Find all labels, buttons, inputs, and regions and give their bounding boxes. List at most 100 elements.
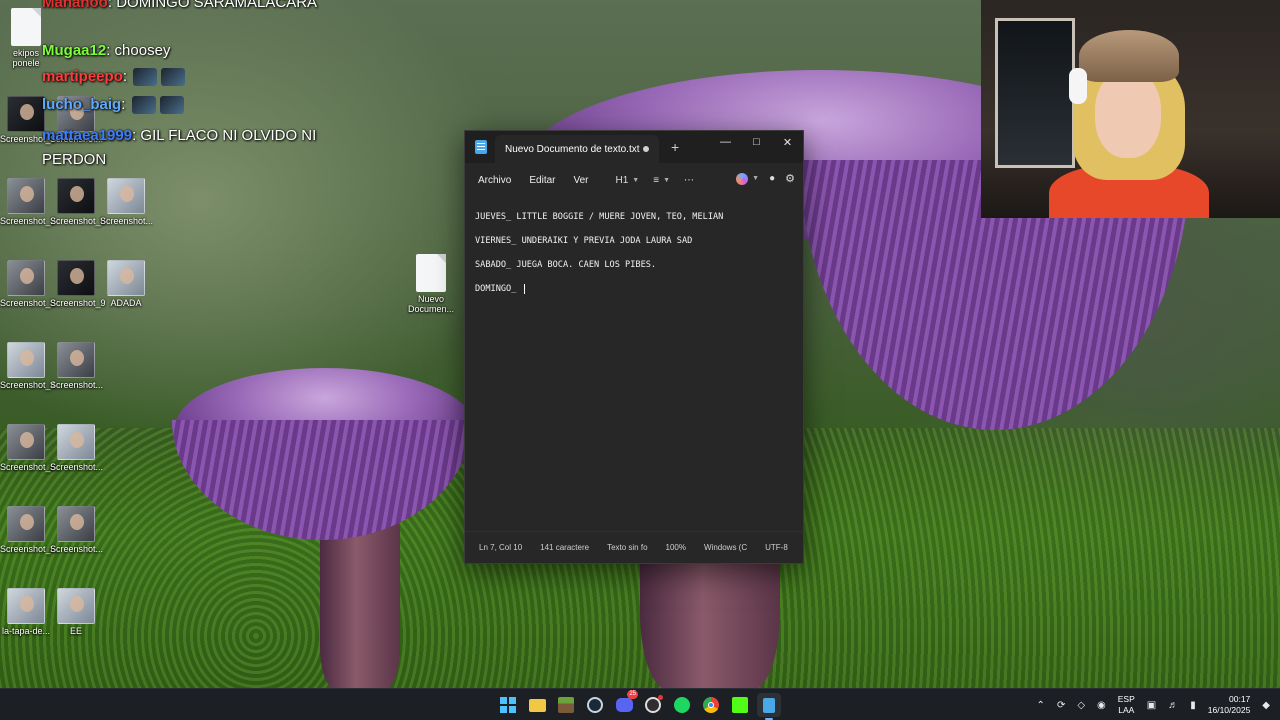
- notepad-editor[interactable]: JUEVES_ LITTLE BOGGIE / MUERE JOVEN, TEO…: [465, 197, 803, 531]
- webcam-overlay: [981, 0, 1280, 218]
- desktop-icon[interactable]: ADADA: [100, 260, 152, 308]
- notepad-taskbar-icon[interactable]: [757, 693, 781, 720]
- unsaved-dot-icon[interactable]: [643, 146, 649, 152]
- minecraft-icon[interactable]: [554, 693, 578, 717]
- desktop-icon[interactable]: la-tapa-de...: [0, 588, 52, 636]
- language-bottom: LAA: [1118, 705, 1135, 715]
- chat-username: mattaea1999: [42, 127, 133, 144]
- editor-line: VIERNES_ UNDERAIKI Y PREVIA JODA LAURA S…: [475, 236, 693, 246]
- copilot-dropdown[interactable]: ▼: [736, 172, 760, 185]
- headset-icon: [1069, 68, 1087, 104]
- desktop-icon[interactable]: Screenshot_3: [0, 260, 56, 308]
- clock[interactable]: 00:17 16/10/2025: [1208, 694, 1251, 716]
- volume-icon[interactable]: ♬: [1168, 700, 1178, 711]
- status-position: Ln 7, Col 10: [479, 543, 523, 552]
- chat-username: lucho_baig: [42, 96, 122, 113]
- status-zoom[interactable]: 100%: [666, 543, 686, 552]
- sync-icon[interactable]: ⟳: [1057, 700, 1065, 711]
- notepad-tab-title: Nuevo Documento de texto.txt: [505, 143, 640, 155]
- system-tray: ⌃ ⟳ ◇ ◉ ESP LAA ▣ ♬ ▮ 00:17 16/10/2025 ◆: [1037, 689, 1270, 720]
- chat-message: Mananoo: DOMINGO SARAMALACARA: [42, 0, 317, 11]
- status-format[interactable]: Texto sin fo: [607, 543, 647, 552]
- notepad-menubar: Archivo Editar Ver H1 ▼ ≡ ▼ ⋯ ▼ ● ⚙: [465, 163, 803, 197]
- list-dropdown[interactable]: ≡ ▼: [653, 175, 670, 186]
- desktop-icon-label: Screenshot_5: [0, 462, 56, 472]
- desktop-icon[interactable]: Screenshot...: [50, 342, 103, 390]
- heading-dropdown[interactable]: H1 ▼: [616, 175, 640, 186]
- chevron-down-icon: ▼: [752, 175, 760, 182]
- taskbar-apps: 25: [496, 690, 781, 720]
- streamer: [1049, 30, 1209, 218]
- obs-icon[interactable]: [641, 693, 665, 717]
- menu-file[interactable]: Archivo: [469, 171, 520, 190]
- image-thumbnail-icon: [107, 260, 145, 296]
- file-explorer-icon[interactable]: [525, 693, 549, 717]
- steam-icon[interactable]: [583, 693, 607, 717]
- desktop-icon[interactable]: Screenshot_8: [50, 178, 106, 226]
- chat-username: Mugaa12: [42, 42, 107, 59]
- desktop-icon[interactable]: EE: [50, 588, 102, 636]
- image-thumbnail-icon: [7, 506, 45, 542]
- notepad-window: Nuevo Documento de texto.txt + — □ ✕ Arc…: [464, 130, 804, 564]
- notepad-statusbar: Ln 7, Col 10 141 caractere Texto sin fo …: [465, 531, 803, 563]
- file-icon: [11, 8, 41, 46]
- new-tab-icon[interactable]: +: [671, 139, 679, 155]
- menu-view[interactable]: Ver: [564, 171, 597, 190]
- kick-icon[interactable]: [728, 693, 752, 717]
- desktop-icon[interactable]: Screenshot_6: [0, 506, 56, 554]
- list-icon: ≡: [653, 174, 660, 186]
- chat-separator: :: [107, 0, 117, 11]
- close-button[interactable]: ✕: [772, 131, 803, 153]
- chevron-up-icon[interactable]: ⌃: [1037, 700, 1045, 711]
- chat-separator: :: [121, 96, 130, 113]
- chat-emote-icon: [131, 96, 156, 115]
- settings-gear-icon[interactable]: ⚙: [785, 172, 795, 185]
- desktop-icon[interactable]: ekipos ponele: [0, 8, 52, 68]
- desktop-icon[interactable]: Screenshot_9: [50, 260, 106, 308]
- microphone-icon[interactable]: ◉: [1097, 700, 1106, 711]
- menu-edit[interactable]: Editar: [520, 171, 564, 190]
- taskbar: 25 ⌃ ⟳ ◇ ◉ ESP LAA ▣ ♬ ▮ 00:17 16/10/202…: [0, 688, 1280, 720]
- network-icon[interactable]: ▣: [1147, 700, 1156, 711]
- notification-bell-icon[interactable]: ◆: [1262, 700, 1270, 711]
- image-thumbnail-icon: [7, 178, 45, 214]
- status-encoding[interactable]: UTF-8: [765, 543, 788, 552]
- security-shield-icon[interactable]: ◇: [1077, 700, 1085, 711]
- image-thumbnail-icon: [57, 342, 95, 378]
- desktop-icon[interactable]: Nuevo Documen...: [404, 254, 458, 314]
- chat-separator: :: [106, 42, 115, 59]
- desktop-icon[interactable]: Screenshot...: [50, 506, 104, 554]
- clock-time: 00:17: [1229, 694, 1251, 704]
- start-button[interactable]: [496, 693, 520, 717]
- desktop-icon[interactable]: Screenshot_5: [0, 424, 56, 472]
- window-controls: — □ ✕: [710, 131, 803, 153]
- desktop-icon-label: Screenshot_9: [50, 298, 106, 308]
- chevron-down-icon: ▼: [663, 176, 671, 184]
- desktop-icon[interactable]: Screenshot_2: [0, 178, 56, 226]
- notepad-tab[interactable]: Nuevo Documento de texto.txt: [495, 135, 659, 163]
- desktop-icon-label: Screenshot...: [50, 544, 104, 554]
- language-indicator[interactable]: ESP LAA: [1118, 694, 1135, 716]
- chat-message: lucho_baig:: [42, 96, 186, 115]
- desktop-icon[interactable]: Screenshot...: [50, 424, 103, 472]
- notepad-right-tools: ▼ ● ⚙: [736, 172, 795, 185]
- chrome-icon[interactable]: [699, 693, 723, 717]
- maximize-button[interactable]: □: [741, 131, 772, 153]
- discord-icon[interactable]: 25: [612, 690, 638, 717]
- more-options-icon[interactable]: ⋯: [684, 175, 694, 186]
- spotify-icon[interactable]: [670, 693, 694, 717]
- desktop-icon-label: Screenshot_6: [0, 544, 56, 554]
- image-thumbnail-icon: [7, 260, 45, 296]
- desktop-icon-label: Screenshot...: [100, 216, 154, 226]
- battery-icon[interactable]: ▮: [1190, 700, 1196, 711]
- text-cursor: [523, 283, 525, 294]
- desktop-icon-label: Screenshot_8: [50, 216, 106, 226]
- notepad-titlebar[interactable]: Nuevo Documento de texto.txt + — □ ✕: [465, 131, 803, 163]
- status-line-ending[interactable]: Windows (C: [704, 543, 747, 552]
- desktop-icon-label: la-tapa-de...: [1, 626, 51, 636]
- desktop-icon[interactable]: Screenshot_4: [0, 342, 56, 390]
- account-icon[interactable]: ●: [769, 173, 775, 184]
- chat-text: DOMINGO SARAMALACARA: [116, 0, 318, 11]
- minimize-button[interactable]: —: [710, 131, 741, 153]
- desktop-icon[interactable]: Screenshot...: [100, 178, 154, 226]
